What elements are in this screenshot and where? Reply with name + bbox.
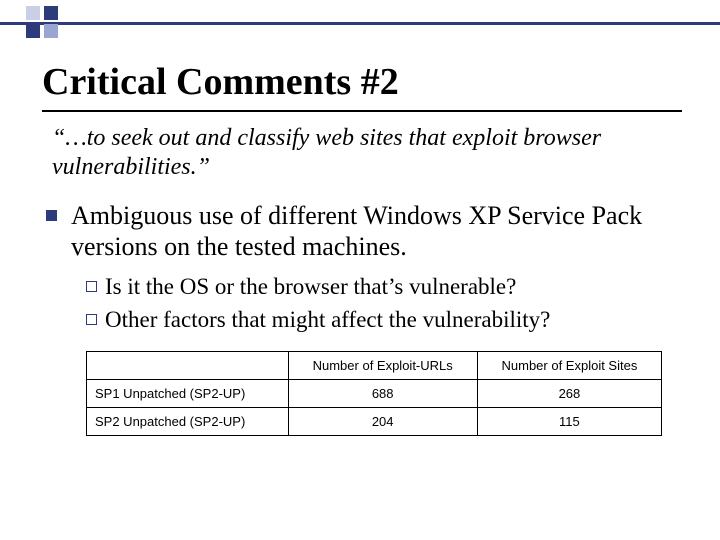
bullet-text: Is it the OS or the browser that’s vulne… (105, 273, 516, 302)
table-cell: 268 (477, 379, 661, 407)
data-table-container: Number of Exploit-URLs Number of Exploit… (86, 351, 662, 436)
table-row-label: SP2 Unpatched (SP2-UP) (87, 407, 289, 435)
decoration-square (26, 24, 40, 38)
hollow-square-bullet-icon (86, 281, 97, 292)
title-underline (42, 110, 682, 112)
quote-text: “…to seek out and classify web sites tha… (52, 124, 672, 182)
table-header-blank (87, 351, 289, 379)
slide-title: Critical Comments #2 (42, 60, 682, 104)
square-bullet-icon (46, 210, 57, 221)
table-header: Number of Exploit-URLs (288, 351, 477, 379)
slide-decoration (0, 0, 720, 48)
bullet-text: Ambiguous use of different Windows XP Se… (71, 200, 678, 263)
data-table: Number of Exploit-URLs Number of Exploit… (86, 351, 662, 436)
decoration-square (26, 6, 40, 20)
slide-content: Critical Comments #2 “…to seek out and c… (42, 60, 682, 436)
table-row: SP2 Unpatched (SP2-UP) 204 115 (87, 407, 662, 435)
table-cell: 688 (288, 379, 477, 407)
table-header-row: Number of Exploit-URLs Number of Exploit… (87, 351, 662, 379)
bullet-level2: Is it the OS or the browser that’s vulne… (86, 273, 682, 302)
decoration-square (44, 24, 58, 38)
hollow-square-bullet-icon (86, 314, 97, 325)
bullet-text: Other factors that might affect the vuln… (105, 306, 550, 335)
table-row: SP1 Unpatched (SP2-UP) 688 268 (87, 379, 662, 407)
decoration-square (44, 6, 58, 20)
table-cell: 204 (288, 407, 477, 435)
table-cell: 115 (477, 407, 661, 435)
bullet-level2: Other factors that might affect the vuln… (86, 306, 682, 335)
bullet-level1: Ambiguous use of different Windows XP Se… (46, 200, 678, 263)
decoration-bar (0, 22, 720, 25)
table-row-label: SP1 Unpatched (SP2-UP) (87, 379, 289, 407)
table-header: Number of Exploit Sites (477, 351, 661, 379)
